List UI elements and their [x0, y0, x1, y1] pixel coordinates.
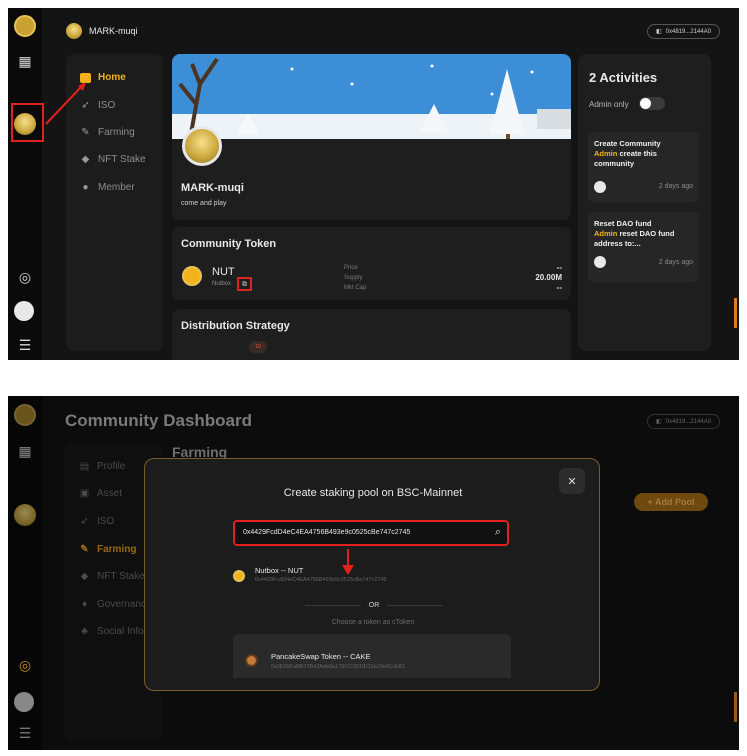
community-banner — [172, 54, 571, 139]
create-pool-modal: Create staking pool on BSC-Mainnet ✕ 0x4… — [144, 458, 600, 691]
modal-title: Create staking pool on BSC-Mainnet — [283, 487, 463, 499]
community-name: MARK-muqi — [181, 182, 244, 194]
app-rail: ▦ ◎ ☰ — [8, 8, 42, 360]
scrollbar-thumb[interactable] — [734, 692, 737, 722]
user-avatar[interactable] — [14, 692, 34, 712]
wallet-address-button[interactable]: ◧ 0x4819...2144A0 — [647, 414, 721, 429]
highlight-box-copy — [237, 277, 252, 291]
dashboard-icon[interactable]: ▦ — [14, 440, 36, 462]
admin-only-label: Admin only — [589, 100, 629, 109]
activities-title: 2 Activities — [589, 70, 658, 85]
option-address: 0x0E09FaBB73Bd3Ade0a17ECC321fD13a19e81cE… — [271, 664, 405, 670]
nav-governance[interactable]: ♦ Governance — [79, 599, 152, 610]
nav-asset[interactable]: ▣ Asset — [79, 488, 122, 499]
nav-social-info[interactable]: ♣ Social Info — [79, 626, 143, 637]
close-button[interactable]: ✕ — [559, 468, 585, 494]
settings-icon[interactable]: ◎ — [14, 266, 36, 288]
nav-nft-stake[interactable]: ◆ NFT Stake — [79, 571, 145, 582]
nav-iso[interactable]: ➶ ISO — [79, 516, 114, 527]
header-avatar — [66, 23, 82, 39]
distribution-heading: Distribution Strategy — [181, 320, 290, 332]
community-avatar-large — [182, 126, 222, 166]
token-stat-labels: Price Supply Mkt Cap — [344, 265, 367, 291]
username: MARK-muqi — [89, 26, 138, 36]
asset-icon: ▣ — [79, 488, 90, 499]
nav-farming[interactable]: ✎ Farming — [79, 544, 136, 555]
nft-icon: ◆ — [80, 571, 89, 582]
activity-item[interactable]: Create Community Admin create this commu… — [588, 132, 699, 202]
token-name: Nutbox — [212, 281, 232, 287]
community-home-screen: ▦ ◎ ☰ MARK-muqi ◧ 0x4819...2144A0 Home ➶… — [8, 8, 739, 360]
app-logo[interactable] — [14, 404, 36, 426]
page-title: Community Dashboard — [65, 411, 253, 430]
result-address: 0x4429FcdD4eC4EA4756B493e9c0525cBe747c27… — [255, 577, 387, 583]
distribution-card: Distribution Strategy 10 — [172, 309, 571, 360]
community-tagline: come and play — [181, 200, 227, 207]
or-divider: OR — [305, 602, 443, 609]
nav-member[interactable]: ● Member — [80, 182, 134, 193]
app-rail: ▦ ◎ ☰ — [8, 396, 42, 750]
activity-avatar — [594, 181, 606, 193]
activities-panel: 2 Activities Admin only Create Community… — [578, 54, 711, 351]
activity-time: 2 days ago — [658, 183, 693, 190]
nav-profile[interactable]: ▤ Profile — [79, 461, 126, 472]
add-pool-button[interactable]: + Add Pool — [634, 493, 708, 511]
farming-icon: ✎ — [80, 544, 89, 555]
governance-icon: ♦ — [81, 599, 88, 610]
profile-card: MARK-muqi come and play — [172, 54, 571, 220]
social-icon: ♣ — [81, 626, 88, 637]
toggle-knob — [640, 98, 651, 109]
wallet-icon: ◧ — [656, 29, 662, 35]
nav-nft-stake[interactable]: ◆ NFT Stake — [80, 154, 146, 165]
search-value: 0x4429FcdD4eC4EA4756B493e9c0525cBe747c27… — [243, 529, 411, 536]
wallet-icon: ◧ — [656, 419, 662, 425]
nut-token-icon — [233, 570, 245, 582]
community-token-heading: Community Token — [181, 238, 277, 250]
token-stat-values: -- 20.00M -- — [535, 263, 562, 292]
community-token-card: Community Token NUT Nutbox ⧉ Price Suppl… — [172, 227, 571, 300]
token-search-input[interactable]: 0x4429FcdD4eC4EA4756B493e9c0525cBe747c27… — [233, 520, 509, 546]
activity-avatar — [594, 256, 606, 268]
app-logo[interactable] — [14, 15, 36, 37]
member-icon: ● — [82, 182, 89, 193]
close-icon: ✕ — [567, 475, 577, 488]
cake-token-icon — [245, 654, 258, 667]
user-avatar[interactable] — [14, 301, 34, 321]
nft-icon: ◆ — [81, 154, 90, 165]
dashboard-icon[interactable]: ▦ — [14, 50, 36, 72]
profile-icon: ▤ — [79, 461, 90, 472]
community-avatar[interactable] — [14, 504, 36, 526]
result-title: Nutbox -- NUT — [255, 566, 304, 575]
option-title: PancakeSwap Token -- CAKE — [271, 652, 371, 661]
token-symbol: NUT — [212, 266, 235, 278]
activity-item[interactable]: Reset DAO fund Admin reset DAO fund addr… — [588, 212, 699, 282]
community-dashboard-screen: ▦ ◎ ☰ Community Dashboard ◧ 0x4819...214… — [8, 396, 739, 750]
activity-time: 2 days ago — [658, 259, 693, 266]
header-user: MARK-muqi — [66, 23, 138, 39]
scrollbar-thumb[interactable] — [734, 298, 737, 328]
nut-token-icon — [182, 266, 202, 286]
admin-only-toggle[interactable] — [639, 97, 665, 110]
distribution-marker: 10 — [249, 341, 267, 353]
settings-icon[interactable]: ◎ — [14, 654, 36, 676]
menu-icon[interactable]: ☰ — [14, 722, 36, 744]
token-result-item[interactable]: Nutbox -- NUT 0x4429FcdD4eC4EA4756B493e9… — [229, 563, 509, 589]
choose-token-hint: Choose a token as cToken — [331, 619, 415, 626]
search-icon[interactable]: ⌕ — [495, 526, 501, 539]
highlight-box-avatar — [11, 103, 44, 142]
rocket-icon: ➶ — [80, 516, 89, 527]
menu-icon[interactable]: ☰ — [14, 334, 36, 356]
wallet-address-button[interactable]: ◧ 0x4819...2144A0 — [647, 24, 721, 39]
token-option-item[interactable]: PancakeSwap Token -- CAKE 0x0E09FaBB73Bd… — [233, 634, 511, 678]
annotation-arrow — [45, 82, 86, 125]
